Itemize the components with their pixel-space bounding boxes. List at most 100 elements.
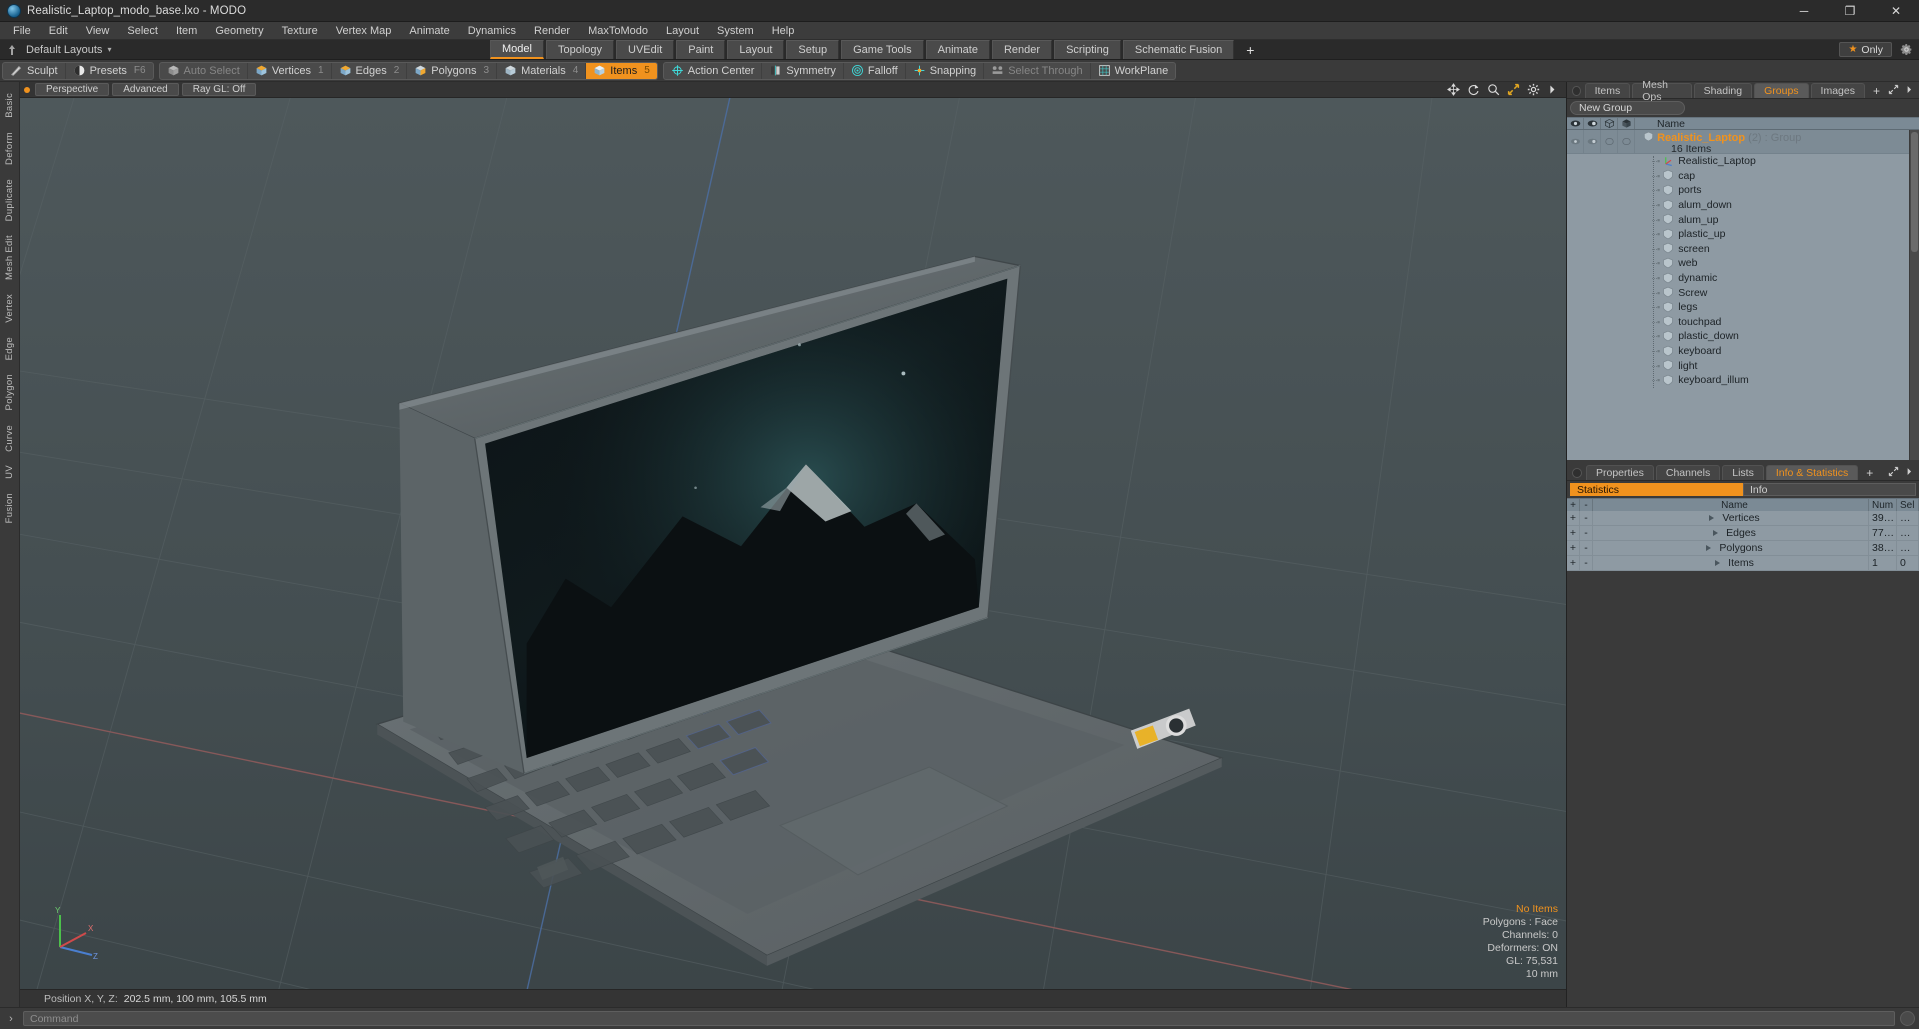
zoom-icon[interactable] xyxy=(1487,83,1500,96)
panel-menu-knob-icon[interactable] xyxy=(1572,86,1581,96)
expand-triangle-icon[interactable] xyxy=(1715,560,1721,566)
expand-triangle-icon[interactable] xyxy=(1713,530,1719,536)
group-shaded-toggle[interactable] xyxy=(1618,130,1635,153)
gear-icon[interactable] xyxy=(1900,43,1913,56)
chevron-right-icon[interactable] xyxy=(1905,466,1913,480)
menu-item-maxtomodo[interactable]: MaxToModo xyxy=(579,22,657,39)
action-center-button[interactable]: Action Center xyxy=(664,62,763,79)
group-eye-toggle[interactable] xyxy=(1567,130,1584,153)
tab-channels[interactable]: Channels xyxy=(1655,465,1721,480)
tab-lists[interactable]: Lists xyxy=(1722,465,1764,480)
presets-button[interactable]: Presets F6 xyxy=(66,63,153,79)
add-panel-tab-button[interactable]: + xyxy=(1867,83,1886,98)
tool-tab-mesh-edit[interactable]: Mesh Edit xyxy=(4,228,15,287)
tool-tab-basic[interactable]: Basic xyxy=(4,86,15,125)
render-visibility-icon[interactable] xyxy=(1584,118,1601,129)
list-item[interactable]: ···▪ light xyxy=(1567,358,1919,373)
list-item[interactable]: ···▪ Screw xyxy=(1567,285,1919,300)
list-item[interactable]: ···▪ web xyxy=(1567,256,1919,271)
tab-items[interactable]: Items xyxy=(1584,83,1631,98)
maximize-button[interactable]: ❐ xyxy=(1827,0,1873,21)
layout-tab-model[interactable]: Model xyxy=(490,40,544,59)
tab-groups[interactable]: Groups xyxy=(1754,83,1809,98)
snapping-button[interactable]: Snapping xyxy=(906,62,985,79)
table-row[interactable]: + - Edges 77… … xyxy=(1567,526,1919,541)
falloff-button[interactable]: Falloff xyxy=(844,62,906,79)
layout-tab-scripting[interactable]: Scripting xyxy=(1054,40,1121,59)
tree-scrollbar[interactable] xyxy=(1909,130,1919,460)
expand-triangle-icon[interactable] xyxy=(1709,515,1715,521)
add-panel-tab-button[interactable]: + xyxy=(1860,465,1879,480)
new-group-button[interactable]: New Group xyxy=(1570,101,1685,115)
viewport-tab-advanced[interactable]: Advanced xyxy=(112,83,179,96)
viewport-tab-perspective[interactable]: Perspective xyxy=(35,83,110,96)
list-item[interactable]: ···▪ Realistic_Laptop xyxy=(1567,154,1919,169)
expand-icon[interactable] xyxy=(1888,466,1899,480)
close-button[interactable]: ✕ xyxy=(1873,0,1919,21)
table-row[interactable]: + - Vertices 39… … xyxy=(1567,511,1919,526)
group-item-tree[interactable]: Realistic_Laptop (2) : Group 16 Items ··… xyxy=(1567,130,1919,460)
list-item[interactable]: ···▪ alum_up xyxy=(1567,212,1919,227)
panel-menu-knob-icon[interactable] xyxy=(1572,468,1582,478)
menu-item-help[interactable]: Help xyxy=(763,22,804,39)
list-item[interactable]: ···▪ screen xyxy=(1567,242,1919,257)
menu-item-vertex-map[interactable]: Vertex Map xyxy=(327,22,401,39)
tool-tab-duplicate[interactable]: Duplicate xyxy=(4,172,15,228)
menu-item-item[interactable]: Item xyxy=(167,22,206,39)
menu-item-file[interactable]: File xyxy=(4,22,40,39)
subtab-statistics[interactable]: Statistics xyxy=(1570,483,1743,496)
tree-scrollbar-thumb[interactable] xyxy=(1911,132,1918,252)
row-remove-button[interactable]: - xyxy=(1580,526,1593,540)
minimize-button[interactable]: ─ xyxy=(1781,0,1827,21)
symmetry-button[interactable]: Symmetry xyxy=(762,62,844,79)
table-row[interactable]: + - Polygons 38… … xyxy=(1567,541,1919,556)
group-render-toggle[interactable] xyxy=(1584,130,1601,153)
menu-item-render[interactable]: Render xyxy=(525,22,579,39)
list-item[interactable]: ···▪ alum_down xyxy=(1567,198,1919,213)
layout-tab-animate[interactable]: Animate xyxy=(925,40,990,59)
only-toggle-button[interactable]: ★ Only xyxy=(1839,42,1892,57)
table-row[interactable]: + - Items 1 0 xyxy=(1567,556,1919,571)
layout-tab-topology[interactable]: Topology xyxy=(545,40,615,59)
vertices-mode-button[interactable]: Vertices 1 xyxy=(248,62,332,79)
menu-item-dynamics[interactable]: Dynamics xyxy=(459,22,525,39)
shaded-cube-icon[interactable] xyxy=(1618,118,1635,129)
list-item[interactable]: ···▪ dynamic xyxy=(1567,271,1919,286)
layout-tab-uvedit[interactable]: UVEdit xyxy=(616,40,675,59)
gear-icon[interactable] xyxy=(1527,83,1540,96)
row-remove-button[interactable]: - xyxy=(1580,556,1593,570)
layout-tab-render[interactable]: Render xyxy=(991,40,1053,59)
row-add-button[interactable]: + xyxy=(1567,526,1580,540)
rotate-icon[interactable] xyxy=(1467,83,1480,96)
command-input[interactable] xyxy=(23,1011,1895,1026)
chevron-down-icon[interactable]: ▾ xyxy=(107,45,111,54)
tab-properties[interactable]: Properties xyxy=(1586,465,1654,480)
tool-tab-polygon[interactable]: Polygon xyxy=(4,367,15,417)
layout-tab-paint[interactable]: Paint xyxy=(676,40,726,59)
tab-images[interactable]: Images xyxy=(1810,83,1865,98)
list-item[interactable]: ···▪ ports xyxy=(1567,183,1919,198)
menu-item-layout[interactable]: Layout xyxy=(657,22,708,39)
tool-tab-fusion[interactable]: Fusion xyxy=(4,486,15,530)
row-add-button[interactable]: + xyxy=(1567,511,1580,525)
menu-item-edit[interactable]: Edit xyxy=(40,22,77,39)
layout-tab-game-tools[interactable]: Game Tools xyxy=(841,40,924,59)
sculpt-button[interactable]: Sculpt xyxy=(3,62,66,79)
auto-select-button[interactable]: Auto Select xyxy=(160,62,248,79)
list-item[interactable]: ···▪ plastic_up xyxy=(1567,227,1919,242)
eye-icon[interactable] xyxy=(1567,118,1584,129)
viewport-canvas[interactable]: Y Z X No Items Polygons : Face Channels:… xyxy=(20,98,1566,989)
items-mode-button[interactable]: Items 5 xyxy=(586,62,657,79)
tool-tab-deform[interactable]: Deform xyxy=(4,125,15,172)
list-item[interactable]: ···▪ plastic_down xyxy=(1567,329,1919,344)
list-item[interactable]: ···▪ keyboard xyxy=(1567,344,1919,359)
tab-mesh-ops[interactable]: Mesh Ops xyxy=(1632,79,1692,103)
menu-item-select[interactable]: Select xyxy=(118,22,167,39)
row-add-button[interactable]: + xyxy=(1567,541,1580,555)
edges-mode-button[interactable]: Edges 2 xyxy=(332,62,408,79)
row-remove-button[interactable]: - xyxy=(1580,541,1593,555)
tool-tab-vertex[interactable]: Vertex xyxy=(4,287,15,330)
materials-mode-button[interactable]: Materials 4 xyxy=(497,62,587,79)
layout-tab-schematic-fusion[interactable]: Schematic Fusion xyxy=(1122,40,1235,59)
tab-info-statistics[interactable]: Info & Statistics xyxy=(1765,465,1859,480)
